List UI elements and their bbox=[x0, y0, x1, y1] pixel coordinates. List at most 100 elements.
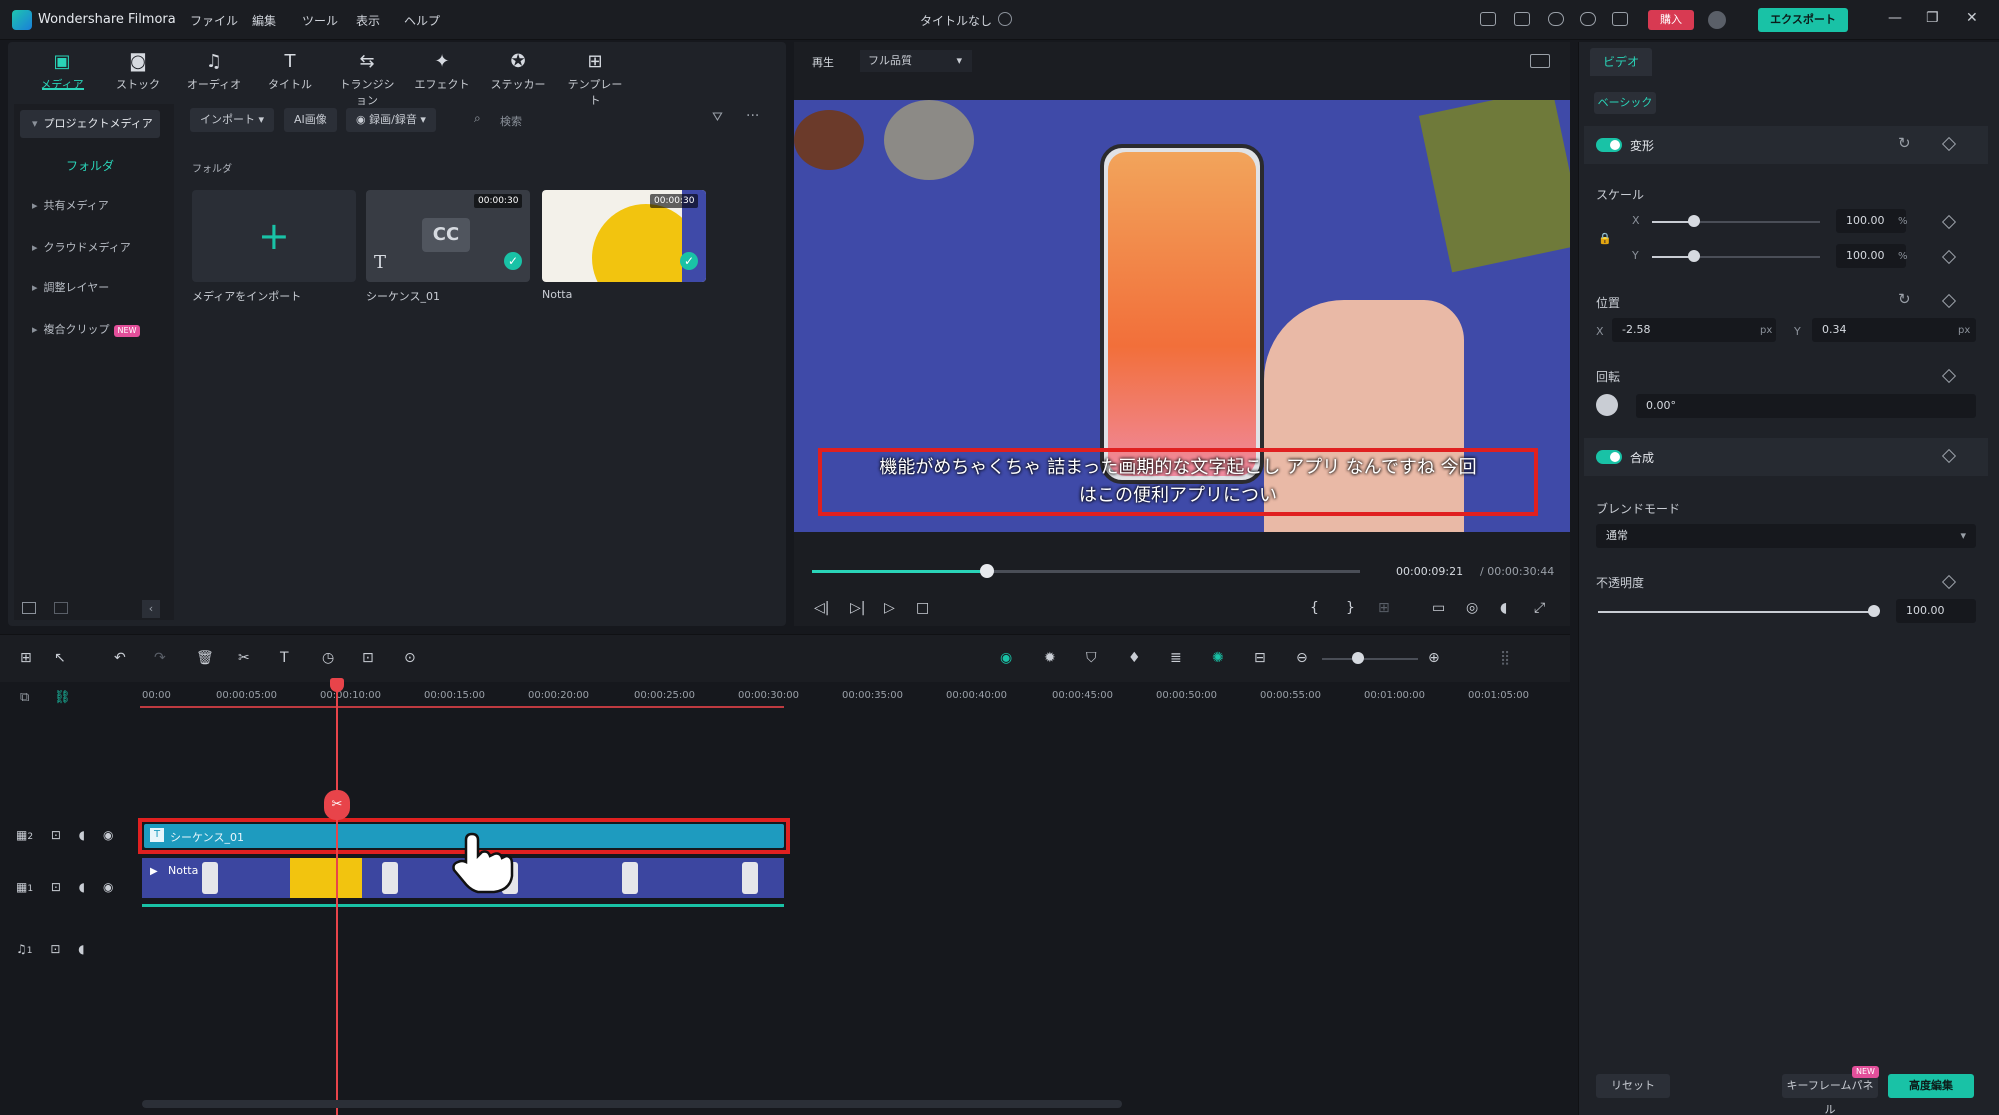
reset-button[interactable]: リセット bbox=[1596, 1074, 1670, 1098]
marker-icon[interactable]: ⛉ bbox=[1086, 650, 1097, 666]
sidebar-item-adjustment-layer[interactable]: ▸ 調整レイヤー bbox=[20, 274, 160, 302]
tab-stock[interactable]: ◙ ストック bbox=[108, 52, 168, 92]
ai-icon[interactable]: ✺ bbox=[1212, 650, 1224, 666]
text-icon[interactable]: T bbox=[280, 650, 289, 666]
sidebar-item-folder[interactable]: フォルダ bbox=[20, 154, 160, 178]
select-tool-icon[interactable]: ↖ bbox=[54, 650, 66, 666]
prev-frame-icon[interactable]: ◁| bbox=[814, 600, 829, 616]
tab-sticker[interactable]: ✪ ステッカー bbox=[488, 52, 548, 92]
timeline-scrollbar[interactable] bbox=[142, 1100, 1122, 1108]
mute-icon[interactable]: ◖ bbox=[78, 942, 84, 956]
position-y-input[interactable]: 0.34 bbox=[1812, 318, 1976, 342]
headset-icon[interactable] bbox=[1580, 12, 1596, 26]
sidebar-item-cloud-media[interactable]: ▸ クラウドメディア bbox=[20, 234, 160, 262]
cloud-icon[interactable] bbox=[1548, 12, 1564, 26]
lock-track-icon[interactable]: ⊡ bbox=[51, 828, 61, 842]
record-dropdown[interactable]: ◉ 録画/録音 ▾ bbox=[346, 108, 436, 132]
tab-effect[interactable]: ✦ エフェクト bbox=[412, 52, 472, 92]
tab-basic[interactable]: ベーシック bbox=[1594, 92, 1656, 114]
pip-icon[interactable]: ⊟ bbox=[1254, 650, 1266, 666]
tab-video[interactable]: ビデオ bbox=[1590, 48, 1652, 76]
speed-icon[interactable]: ◷ bbox=[322, 650, 334, 666]
volume-icon[interactable]: ◖ bbox=[1500, 600, 1507, 616]
ai-image-button[interactable]: AI画像 bbox=[284, 108, 337, 132]
slider-handle[interactable] bbox=[1352, 652, 1364, 664]
slider-handle[interactable] bbox=[1688, 215, 1700, 227]
tab-audio[interactable]: ♫ オーディオ bbox=[184, 52, 244, 92]
tab-transition[interactable]: ⇆ トランジション bbox=[336, 52, 398, 108]
playhead[interactable] bbox=[336, 682, 338, 1115]
composite-toggle[interactable] bbox=[1596, 450, 1622, 464]
mark-out-icon[interactable]: } bbox=[1346, 600, 1355, 616]
stop-icon[interactable]: □ bbox=[916, 600, 929, 616]
crop-icon[interactable]: ⊡ bbox=[362, 650, 374, 666]
minimize-icon[interactable]: — bbox=[1888, 10, 1902, 26]
rotation-dial[interactable] bbox=[1596, 394, 1618, 416]
play-reverse-icon[interactable]: ▷| bbox=[850, 600, 865, 616]
menu-view[interactable]: 表示 bbox=[356, 12, 380, 29]
link-icon[interactable]: ⛓ bbox=[54, 690, 71, 705]
save-icon[interactable] bbox=[1514, 12, 1530, 26]
menu-edit[interactable]: 編集 bbox=[252, 12, 276, 29]
close-icon[interactable]: ✕ bbox=[1966, 10, 1978, 26]
slider-handle[interactable] bbox=[1688, 250, 1700, 262]
avatar[interactable] bbox=[1708, 11, 1726, 29]
menu-help[interactable]: ヘルプ bbox=[404, 12, 440, 29]
lock-icon[interactable]: 🔒 bbox=[1598, 232, 1612, 245]
playhead-handle[interactable] bbox=[330, 678, 344, 692]
more-icon[interactable]: ··· bbox=[746, 108, 759, 124]
eye-icon[interactable]: ◉ bbox=[103, 880, 113, 894]
rotation-input[interactable]: 0.00° bbox=[1636, 394, 1976, 418]
scale-x-input[interactable]: 100.00 bbox=[1836, 209, 1906, 233]
lock-track-icon[interactable]: ⊡ bbox=[50, 942, 60, 956]
fullscreen-icon[interactable]: ⤢ bbox=[1534, 600, 1545, 616]
layout-icon[interactable]: ⊞ bbox=[20, 650, 32, 666]
transform-toggle[interactable] bbox=[1596, 138, 1622, 152]
zoom-in-icon[interactable]: ⊕ bbox=[1428, 650, 1440, 666]
mic-icon[interactable]: ♦ bbox=[1128, 650, 1141, 666]
restore-icon[interactable]: ❐ bbox=[1926, 10, 1939, 26]
export-button[interactable]: エクスポート bbox=[1758, 8, 1848, 32]
sidebar-item-project-media[interactable]: ▾ プロジェクトメディア bbox=[20, 110, 160, 138]
opacity-input[interactable]: 100.00 bbox=[1896, 599, 1976, 623]
filter-icon[interactable]: ⛛ bbox=[712, 110, 723, 125]
reset-icon[interactable]: ↻ bbox=[1898, 134, 1911, 152]
menu-tools[interactable]: ツール bbox=[302, 12, 338, 29]
tab-title[interactable]: T タイトル bbox=[260, 52, 320, 92]
lock-track-icon[interactable]: ⊡ bbox=[51, 880, 61, 894]
import-dropdown[interactable]: インポート ▾ bbox=[190, 108, 275, 132]
layout-icon[interactable] bbox=[1480, 12, 1496, 26]
zoom-out-icon[interactable]: ⊖ bbox=[1296, 650, 1308, 666]
cut-icon[interactable]: ✂ bbox=[238, 650, 250, 666]
search-input[interactable]: 検索 bbox=[500, 113, 522, 129]
import-media-tile[interactable]: + bbox=[192, 190, 356, 282]
delete-icon[interactable]: 🗑 bbox=[196, 650, 214, 666]
collapse-sidebar-icon[interactable]: ‹ bbox=[142, 600, 160, 618]
monitor-icon[interactable]: ▭ bbox=[1432, 600, 1445, 616]
eye-icon[interactable]: ◉ bbox=[103, 828, 113, 842]
mute-icon[interactable]: ◖ bbox=[79, 828, 85, 842]
new-folder-icon[interactable] bbox=[22, 602, 36, 614]
mute-icon[interactable]: ◖ bbox=[79, 880, 85, 894]
position-x-input[interactable]: -2.58 bbox=[1612, 318, 1776, 342]
mark-in-icon[interactable]: { bbox=[1310, 600, 1319, 616]
redo-icon[interactable]: ↷ bbox=[154, 650, 166, 666]
advanced-edit-button[interactable]: 高度編集 bbox=[1888, 1074, 1974, 1098]
quality-dropdown[interactable]: フル品質 ▾ bbox=[860, 50, 972, 72]
blend-mode-dropdown[interactable]: 通常 ▾ bbox=[1596, 524, 1976, 548]
scissors-icon[interactable]: ✂ bbox=[324, 790, 350, 820]
buy-button[interactable]: 購入 bbox=[1648, 10, 1694, 30]
preview-tab[interactable]: 再生 bbox=[812, 54, 834, 70]
voiceover-icon[interactable]: ≣ bbox=[1170, 650, 1182, 666]
insert-icon[interactable]: ⊞ bbox=[1378, 600, 1390, 616]
folder-icon[interactable] bbox=[54, 602, 68, 614]
reset-icon[interactable]: ↻ bbox=[1898, 290, 1911, 308]
grid-icon[interactable] bbox=[1612, 12, 1628, 26]
tab-template[interactable]: ⊞ テンプレート bbox=[564, 52, 626, 108]
auto-ripple-icon[interactable]: ◉ bbox=[1000, 650, 1012, 666]
zoom-slider[interactable] bbox=[1322, 658, 1418, 660]
slider-handle[interactable] bbox=[1868, 605, 1880, 617]
color-icon[interactable]: ⊙ bbox=[404, 650, 416, 666]
undo-icon[interactable]: ↶ bbox=[114, 650, 126, 666]
snapshot-view-icon[interactable] bbox=[1530, 54, 1550, 68]
